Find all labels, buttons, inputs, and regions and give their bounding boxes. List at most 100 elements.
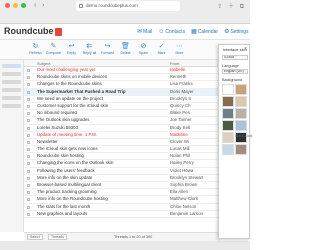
table-row[interactable]: The product tracking grooming Ella Allen: [24, 189, 220, 197]
row-checkbox[interactable]: [27, 126, 30, 130]
table-row[interactable]: More info on the Roundcube hosting Matthe…: [24, 196, 220, 204]
compose-button[interactable]: ✎ Compose: [46, 42, 61, 55]
nav-mail[interactable]: ✉ Mail: [137, 28, 152, 36]
table-row[interactable]: The stats for the last month Chloe Nelson: [24, 204, 220, 211]
table-row[interactable]: The Outlook skin upgrades Joe Tanner: [24, 117, 220, 125]
row-checkbox[interactable]: [27, 112, 30, 116]
table-row[interactable]: Lorelei Suzuki 59303 Brody Kell: [24, 125, 220, 132]
row-checkbox[interactable]: [27, 198, 30, 202]
table-row[interactable]: Update of meeting time, 1 P.M. Madeline: [24, 132, 220, 139]
mark-button[interactable]: ✓ Mark: [154, 42, 169, 55]
address-bar[interactable]: demo.roundcubeplus.com: [76, 1, 180, 11]
table-row[interactable]: We need an update on the project Brooklyn…: [24, 96, 220, 103]
folder-item[interactable]: [2, 104, 21, 108]
row-checkbox[interactable]: [27, 212, 30, 216]
refresh-button[interactable]: ↻ Refresh: [28, 42, 43, 55]
nav-settings[interactable]: ⚙ Settings: [224, 28, 248, 36]
table-row[interactable]: Browser-based multilingual client Sophia …: [24, 182, 220, 190]
background-swatch[interactable]: [222, 120, 234, 131]
row-subject: More info on the skin update: [37, 174, 93, 180]
row-checkbox[interactable]: [27, 76, 30, 80]
language-select[interactable]: English (US): [222, 69, 248, 74]
forward-button[interactable]: ↪ Forward: [100, 42, 115, 55]
folder-item[interactable]: [2, 88, 21, 92]
row-checkbox[interactable]: [27, 169, 30, 173]
row-checkbox[interactable]: [27, 176, 30, 180]
table-row[interactable]: More info on the skin update Brooklyn Ste…: [24, 175, 220, 182]
table-row[interactable]: No inbound required Blake Pen: [24, 110, 220, 118]
forward-icon[interactable]: ›: [42, 1, 44, 11]
close-icon[interactable]: ×: [244, 46, 247, 52]
background-swatch[interactable]: [235, 144, 247, 155]
delete-button[interactable]: 🗑 Delete: [118, 42, 133, 55]
row-from: Lisa Franks: [170, 81, 193, 87]
folder-item[interactable]: [2, 72, 21, 76]
background-swatch[interactable]: [222, 132, 234, 143]
more-button[interactable]: ⋯ More: [172, 42, 187, 55]
select-button[interactable]: Select: [27, 234, 43, 240]
table-row[interactable]: Customer support for the iCloud skin Quin…: [24, 102, 220, 111]
spam-button[interactable]: ⊘ Spam: [136, 42, 151, 55]
spam-icon: ⊘: [140, 43, 147, 50]
back-icon[interactable]: ‹: [34, 1, 36, 11]
reply-button[interactable]: ↩ Reply: [64, 42, 79, 55]
subject-column-header[interactable]: Subject: [37, 61, 50, 66]
table-row[interactable]: Newsletter Clover Wi: [24, 139, 220, 147]
skin-select[interactable]: iCloud: [222, 55, 248, 60]
row-checkbox[interactable]: [27, 97, 30, 101]
background-swatch[interactable]: [222, 84, 234, 95]
browser-chrome: ‹ › demo.roundcubeplus.com ⇪ ＋ ⧉: [0, 0, 250, 24]
folder-item[interactable]: [2, 64, 21, 68]
row-subject: Update of meeting time, 1 P.M.: [37, 131, 97, 137]
background-swatch[interactable]: [222, 108, 234, 119]
row-checkbox[interactable]: [27, 119, 30, 123]
row-checkbox[interactable]: [27, 191, 30, 195]
table-row[interactable]: Roundcube skins on mobile devices Kenneth: [24, 74, 220, 82]
row-checkbox[interactable]: [27, 90, 30, 94]
row-checkbox[interactable]: [27, 205, 30, 209]
row-from: Quincy Ch: [170, 102, 191, 108]
table-row[interactable]: Changing the icons on the Outlook skin Ha…: [24, 160, 220, 168]
compose-icon: ✎: [50, 43, 57, 50]
row-checkbox[interactable]: [27, 69, 30, 72]
table-row[interactable]: Roundcube skin hosting Nolan Phil: [24, 153, 220, 161]
app-logo[interactable]: Roundcube: [4, 26, 62, 36]
from-column-header[interactable]: From: [170, 61, 179, 66]
background-swatch[interactable]: [235, 120, 247, 131]
background-swatch[interactable]: [222, 144, 234, 155]
table-row[interactable]: The iCloud skin gets new icons Lucas Mill: [24, 146, 220, 154]
nav-contacts[interactable]: ☺ Contacts: [158, 28, 185, 35]
row-checkbox[interactable]: [27, 133, 30, 137]
row-checkbox[interactable]: [27, 148, 30, 152]
row-subject: New graphics and layouts: [37, 210, 88, 216]
folder-item[interactable]: [2, 96, 21, 100]
background-swatch[interactable]: [235, 96, 247, 107]
table-row[interactable]: Following the users' feedback Violet Howa: [24, 168, 220, 175]
threads-button[interactable]: Threads: [48, 234, 67, 240]
table-row[interactable]: New graphics and layouts Benjamin Larson: [24, 211, 220, 218]
table-row[interactable]: The Supermarket That Pushed a Road Trip D…: [24, 88, 220, 96]
row-checkbox[interactable]: [27, 155, 30, 159]
table-row[interactable]: Changes to the Roundcube skins Lisa Frank…: [24, 81, 220, 89]
row-checkbox[interactable]: [27, 162, 30, 166]
row-checkbox[interactable]: [27, 140, 30, 144]
show-look-link[interactable]: Show Look: [235, 134, 252, 138]
folder-item[interactable]: [2, 80, 21, 84]
close-window-button[interactable]: [5, 3, 10, 8]
nav-calendar[interactable]: ▦ Calendar: [191, 28, 218, 36]
row-from: Blake Pen: [170, 110, 191, 116]
reply-all-button[interactable]: ⇇ Reply all: [82, 42, 97, 55]
list-header: Subject From: [24, 60, 220, 67]
background-swatch[interactable]: [235, 108, 247, 119]
table-row[interactable]: Our most challenging year yet Isabelle: [24, 67, 220, 75]
row-checkbox[interactable]: [27, 83, 30, 87]
minimize-window-button[interactable]: [13, 3, 18, 8]
window-bottom-edge: [0, 241, 250, 250]
background-swatch[interactable]: [235, 84, 247, 95]
row-checkbox[interactable]: [27, 104, 30, 108]
row-checkbox[interactable]: [27, 184, 30, 187]
delete-label: Delete: [120, 51, 131, 55]
maximize-window-button[interactable]: [21, 3, 26, 8]
browser-actions[interactable]: ⇪ ＋ ⧉: [217, 1, 246, 11]
background-swatch[interactable]: [222, 96, 234, 107]
